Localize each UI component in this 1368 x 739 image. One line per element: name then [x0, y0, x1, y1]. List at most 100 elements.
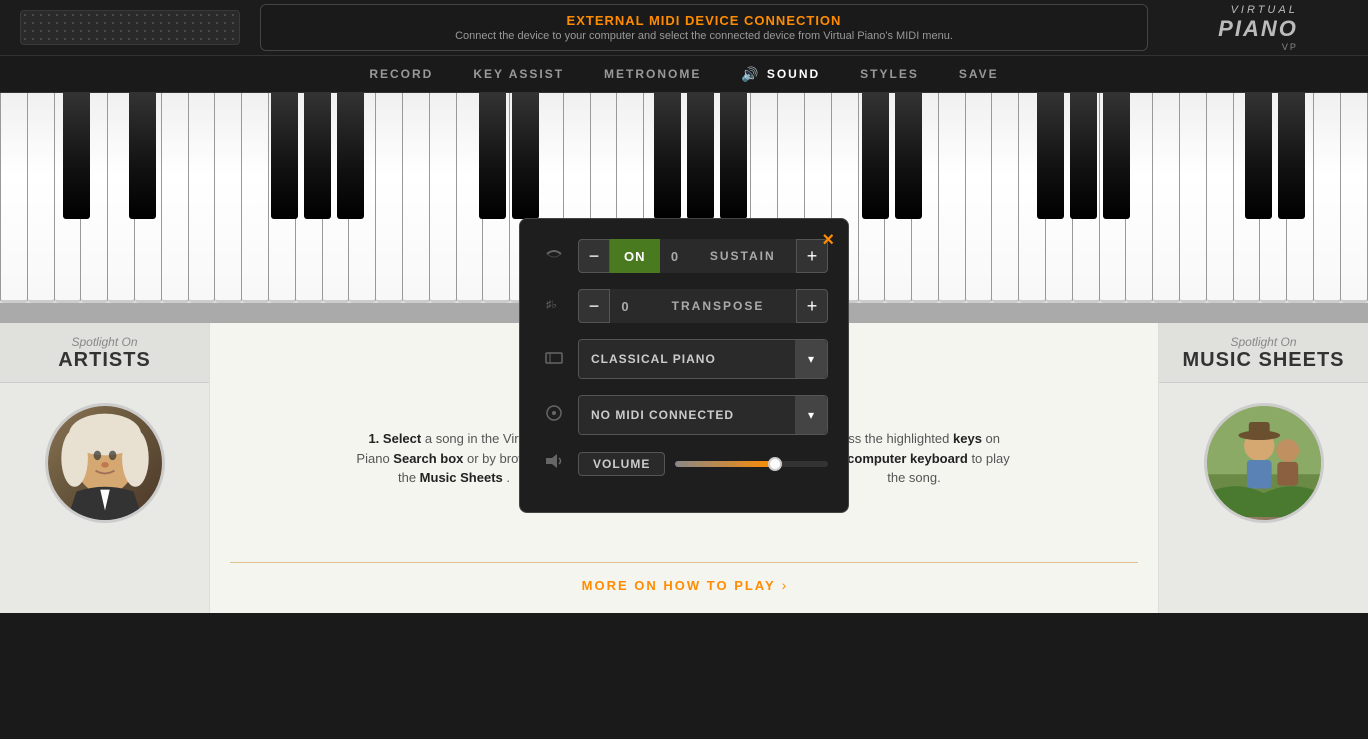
- white-key[interactable]: [992, 93, 1019, 303]
- midi-notice-box: EXTERNAL MIDI DEVICE CONNECTION Connect …: [260, 4, 1148, 51]
- white-key[interactable]: [483, 93, 510, 303]
- sustain-on-button[interactable]: ON: [610, 239, 660, 273]
- white-key[interactable]: [323, 93, 350, 303]
- white-key[interactable]: [189, 93, 216, 303]
- more-link-divider: [230, 562, 1138, 563]
- volume-icon: [540, 451, 568, 476]
- sound-panel: × − ON 0 SUSTAIN + ♯♭: [519, 218, 849, 513]
- volume-row: VOLUME: [540, 451, 828, 476]
- artist-portrait: [48, 406, 162, 520]
- transpose-label: TRANSPOSE: [640, 289, 796, 323]
- white-key[interactable]: [349, 93, 376, 303]
- toolbar-metronome[interactable]: METRONOME: [604, 67, 701, 81]
- transpose-icon: ♯♭: [540, 294, 568, 319]
- midi-row: NO MIDI CONNECTED ▾: [540, 395, 828, 435]
- transpose-value: 0: [610, 289, 640, 323]
- white-key[interactable]: [81, 93, 108, 303]
- white-key[interactable]: [1234, 93, 1261, 303]
- volume-thumb[interactable]: [768, 457, 782, 471]
- toolbar-record[interactable]: RECORD: [369, 67, 433, 81]
- white-key[interactable]: [885, 93, 912, 303]
- step1-num: 1.: [368, 431, 379, 446]
- white-key[interactable]: [1314, 93, 1341, 303]
- styles-label: STYLES: [860, 67, 919, 81]
- spotlight-artists-category: ARTISTS: [0, 349, 209, 372]
- toolbar: RECORD KEY ASSIST METRONOME 🔊 SOUND STYL…: [0, 55, 1368, 93]
- spotlight-music-category: MUSIC SHEETS: [1159, 349, 1368, 372]
- white-key[interactable]: [242, 93, 269, 303]
- white-key[interactable]: [1287, 93, 1314, 303]
- step1-bold3: Music Sheets: [420, 470, 503, 485]
- music-sheet-image-container[interactable]: [1204, 403, 1324, 523]
- step1-bold1: Select: [383, 431, 421, 446]
- sustain-controls: − ON 0 SUSTAIN +: [578, 239, 828, 273]
- more-link[interactable]: MORE ON HOW TO PLAY ›: [582, 577, 787, 593]
- toolbar-key-assist[interactable]: KEY ASSIST: [473, 67, 564, 81]
- white-key[interactable]: [1126, 93, 1153, 303]
- midi-arrow[interactable]: ▾: [795, 396, 827, 434]
- white-key[interactable]: [269, 93, 296, 303]
- white-key[interactable]: [296, 93, 323, 303]
- logo-area: VIRTUAL PIANO VP: [1168, 0, 1348, 58]
- white-key[interactable]: [859, 93, 886, 303]
- save-label: SAVE: [959, 67, 999, 81]
- step1-text3: .: [506, 470, 510, 485]
- instrument-label: CLASSICAL PIANO: [579, 340, 795, 378]
- sustain-label: SUSTAIN: [690, 239, 797, 273]
- white-key[interactable]: [135, 93, 162, 303]
- white-key[interactable]: [376, 93, 403, 303]
- step3-bold2: computer keyboard: [847, 451, 968, 466]
- close-button[interactable]: ×: [822, 229, 834, 252]
- midi-label: NO MIDI CONNECTED: [579, 396, 795, 434]
- main-wrapper: EXTERNAL MIDI DEVICE CONNECTION Connect …: [0, 0, 1368, 739]
- white-key[interactable]: [1073, 93, 1100, 303]
- white-key[interactable]: [457, 93, 484, 303]
- volume-fill: [675, 461, 774, 467]
- white-key[interactable]: [1180, 93, 1207, 303]
- white-key[interactable]: [28, 93, 55, 303]
- sustain-minus-button[interactable]: −: [578, 239, 610, 273]
- white-key[interactable]: [215, 93, 242, 303]
- white-key[interactable]: [0, 93, 28, 303]
- more-link-text[interactable]: MORE ON HOW TO PLAY: [582, 578, 776, 593]
- metronome-label: METRONOME: [604, 67, 701, 81]
- white-key[interactable]: [162, 93, 189, 303]
- toolbar-styles[interactable]: STYLES: [860, 67, 919, 81]
- midi-dropdown[interactable]: NO MIDI CONNECTED ▾: [578, 395, 828, 435]
- white-key[interactable]: [966, 93, 993, 303]
- transpose-plus-button[interactable]: +: [796, 289, 828, 323]
- white-key[interactable]: [403, 93, 430, 303]
- white-key[interactable]: [430, 93, 457, 303]
- toolbar-sound[interactable]: 🔊 SOUND: [741, 66, 820, 83]
- white-key[interactable]: [1260, 93, 1287, 303]
- white-key[interactable]: [912, 93, 939, 303]
- more-link-arrow-icon: ›: [782, 577, 787, 593]
- transpose-minus-button[interactable]: −: [578, 289, 610, 323]
- white-key[interactable]: [1207, 93, 1234, 303]
- midi-icon: [540, 403, 568, 428]
- white-key[interactable]: [1100, 93, 1127, 303]
- instrument-arrow[interactable]: ▾: [795, 340, 827, 378]
- key-assist-label: KEY ASSIST: [473, 67, 564, 81]
- instrument-dropdown[interactable]: CLASSICAL PIANO ▾: [578, 339, 828, 379]
- spotlight-music-sheets-card: Spotlight On MUSIC SHEETS: [1158, 323, 1368, 613]
- artist-image[interactable]: [45, 403, 165, 523]
- white-key[interactable]: [939, 93, 966, 303]
- chevron-down-icon: ▾: [808, 352, 814, 366]
- step3-bold1: keys: [953, 431, 982, 446]
- sustain-row: − ON 0 SUSTAIN +: [540, 239, 828, 273]
- toolbar-save[interactable]: SAVE: [959, 67, 999, 81]
- svg-text:♯♭: ♯♭: [546, 299, 557, 311]
- volume-label: VOLUME: [578, 452, 665, 476]
- white-key[interactable]: [1341, 93, 1368, 303]
- transpose-controls: − 0 TRANSPOSE +: [578, 289, 828, 323]
- white-key[interactable]: [55, 93, 82, 303]
- white-key[interactable]: [108, 93, 135, 303]
- volume-slider[interactable]: [675, 461, 828, 467]
- sustain-icon: [540, 244, 568, 269]
- midi-notice-text: Connect the device to your computer and …: [281, 30, 1127, 42]
- white-key[interactable]: [1019, 93, 1046, 303]
- instrument-row: CLASSICAL PIANO ▾: [540, 339, 828, 379]
- white-key[interactable]: [1046, 93, 1073, 303]
- white-key[interactable]: [1153, 93, 1180, 303]
